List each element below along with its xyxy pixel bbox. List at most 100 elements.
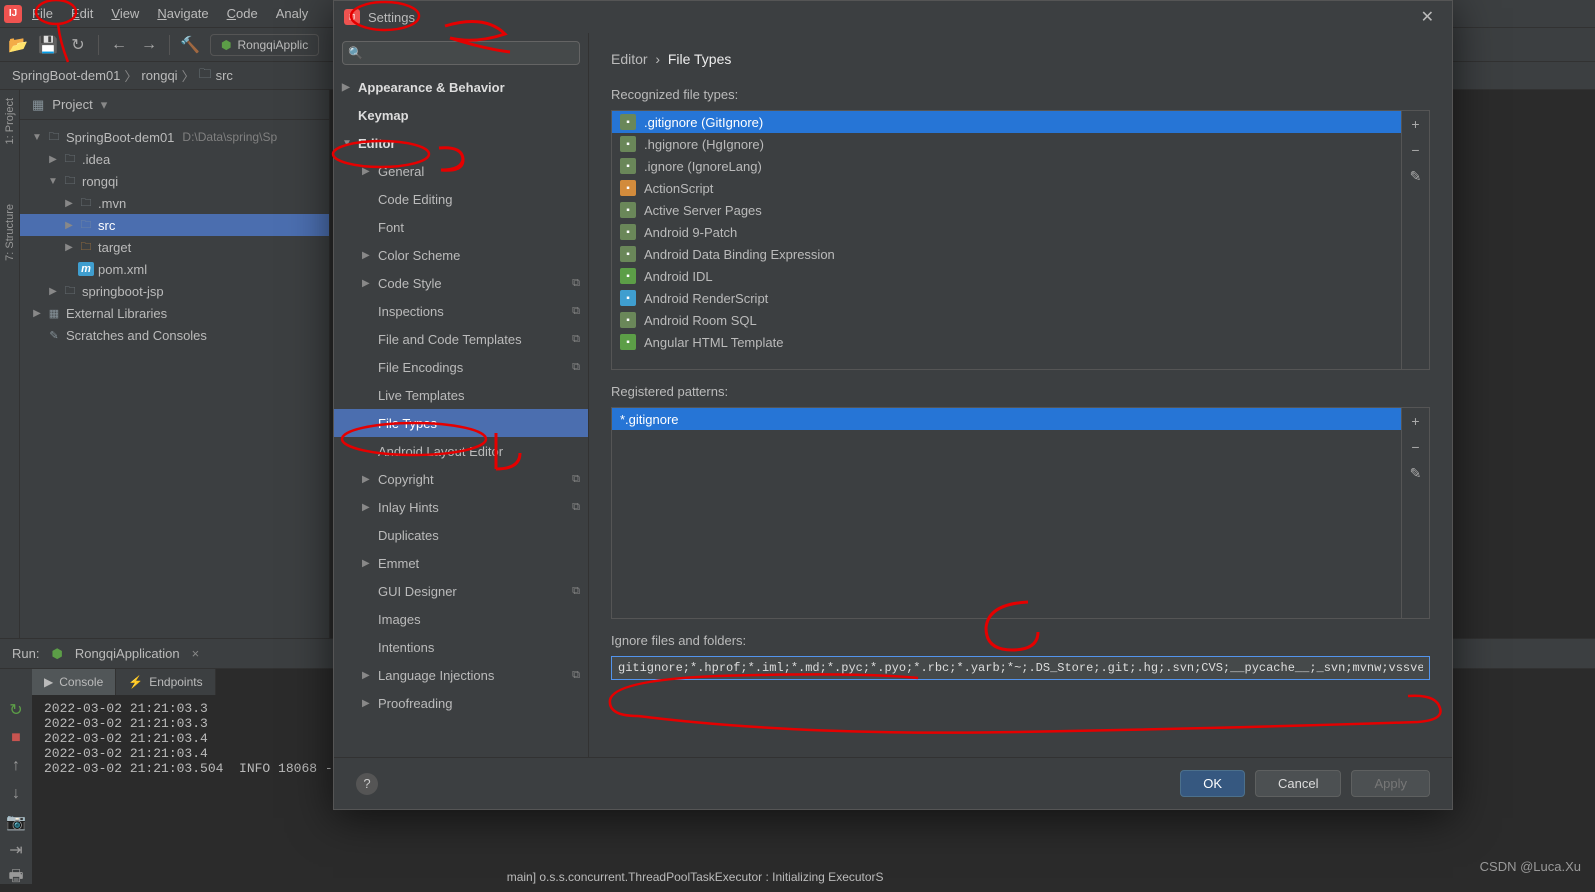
file-type-row[interactable]: ▪Android IDL	[612, 265, 1401, 287]
file-type-row[interactable]: ▪.gitignore (GitIgnore)	[612, 111, 1401, 133]
close-button[interactable]: ✕	[1413, 3, 1442, 31]
settings-category[interactable]: Font	[334, 213, 588, 241]
settings-category-tree[interactable]: ▶Appearance & BehaviorKeymap▼Editor▶Gene…	[334, 73, 588, 757]
sidebar-tab-structure[interactable]: 7: Structure	[4, 204, 16, 261]
tree-row[interactable]: ▶🗀target	[20, 236, 329, 258]
camera-icon[interactable]: 📷	[7, 813, 25, 831]
open-icon[interactable]: 📂	[8, 35, 28, 55]
category-label: File and Code Templates	[378, 332, 522, 347]
file-type-row[interactable]: ▪Active Server Pages	[612, 199, 1401, 221]
settings-category[interactable]: ▶Appearance & Behavior	[334, 73, 588, 101]
up-icon[interactable]: ↑	[7, 757, 25, 775]
tree-row[interactable]: ✎Scratches and Consoles	[20, 324, 329, 346]
pattern-list[interactable]: *.gitignore	[612, 408, 1401, 618]
tree-row[interactable]: ▶🗀.mvn	[20, 192, 329, 214]
remove-icon[interactable]: −	[1407, 438, 1425, 456]
back-icon[interactable]: ←	[109, 35, 129, 55]
close-icon[interactable]: ×	[192, 646, 200, 661]
ok-button[interactable]: OK	[1180, 770, 1245, 797]
stop-icon[interactable]: ■	[7, 729, 25, 747]
cancel-button[interactable]: Cancel	[1255, 770, 1341, 797]
filetype-icon: ▪	[620, 136, 636, 152]
settings-category[interactable]: ▶General	[334, 157, 588, 185]
pattern-row[interactable]: *.gitignore	[612, 408, 1401, 430]
tree-row[interactable]: ▶▦External Libraries	[20, 302, 329, 324]
tree-path: D:\Data\spring\Sp	[182, 130, 277, 144]
file-type-row[interactable]: ▪Android Room SQL	[612, 309, 1401, 331]
build-icon[interactable]: 🔨	[180, 35, 200, 55]
sidebar-tab-project[interactable]: 1: Project	[4, 98, 16, 144]
settings-category[interactable]: File and Code Templates⧉	[334, 325, 588, 353]
help-button[interactable]: ?	[356, 773, 378, 795]
export-icon[interactable]: ⇥	[7, 841, 25, 859]
file-type-row[interactable]: ▪Angular HTML Template	[612, 331, 1401, 353]
settings-category[interactable]: ▼Editor	[334, 129, 588, 157]
settings-category[interactable]: ▶Copyright⧉	[334, 465, 588, 493]
settings-category[interactable]: Images	[334, 605, 588, 633]
file-type-row[interactable]: ▪Android Data Binding Expression	[612, 243, 1401, 265]
dropdown-icon[interactable]: ▾	[101, 97, 108, 113]
file-type-row[interactable]: ▪Android 9-Patch	[612, 221, 1401, 243]
settings-search-input[interactable]	[342, 41, 580, 65]
edit-icon[interactable]: ✎	[1407, 167, 1425, 185]
ignore-files-input[interactable]	[611, 656, 1430, 680]
run-config-selector[interactable]: ⬢ RongqiApplic	[210, 34, 319, 56]
add-icon[interactable]: +	[1407, 115, 1425, 133]
file-type-row[interactable]: ▪ActionScript	[612, 177, 1401, 199]
menu-code[interactable]: Code	[219, 3, 266, 24]
menu-edit[interactable]: Edit	[63, 3, 101, 24]
down-icon[interactable]: ↓	[7, 785, 25, 803]
tree-row[interactable]: ▶🗀springboot-jsp	[20, 280, 329, 302]
print-icon[interactable]: 🖶	[7, 869, 25, 887]
remove-icon[interactable]: −	[1407, 141, 1425, 159]
settings-category[interactable]: File Encodings⧉	[334, 353, 588, 381]
rerun-icon[interactable]: ↻	[7, 701, 25, 719]
menu-view[interactable]: View	[103, 3, 147, 24]
file-type-list[interactable]: ▪.gitignore (GitIgnore)▪.hgignore (HgIgn…	[612, 111, 1401, 369]
tree-row[interactable]: ▶🗀src	[20, 214, 329, 236]
settings-category[interactable]: ▶Inlay Hints⧉	[334, 493, 588, 521]
apply-button[interactable]: Apply	[1351, 770, 1430, 797]
settings-category[interactable]: File Types	[334, 409, 588, 437]
settings-category[interactable]: Android Layout Editor	[334, 437, 588, 465]
tab-console[interactable]: ▶ Console	[32, 669, 116, 695]
tree-row[interactable]: ▼🗀rongqi	[20, 170, 329, 192]
settings-category[interactable]: Keymap	[334, 101, 588, 129]
breadcrumb-item[interactable]: src	[216, 68, 233, 83]
tree-row[interactable]: mpom.xml	[20, 258, 329, 280]
file-type-row[interactable]: ▪Android RenderScript	[612, 287, 1401, 309]
menu-file[interactable]: File	[24, 3, 61, 24]
settings-category[interactable]: Code Editing	[334, 185, 588, 213]
settings-category[interactable]: ▶Emmet	[334, 549, 588, 577]
menu-navigate[interactable]: Navigate	[149, 3, 216, 24]
folder-icon: 🗀	[62, 174, 78, 188]
sync-icon[interactable]: ↻	[68, 35, 88, 55]
menu-analyze[interactable]: Analy	[268, 3, 317, 24]
tree-row[interactable]: ▶🗀.idea	[20, 148, 329, 170]
save-icon[interactable]: 💾	[38, 35, 58, 55]
settings-category[interactable]: Live Templates	[334, 381, 588, 409]
forward-icon[interactable]: →	[139, 35, 159, 55]
folder-orange-icon: 🗀	[78, 240, 94, 254]
breadcrumb-item[interactable]: SpringBoot-dem01	[12, 68, 120, 83]
settings-category[interactable]: ▶Code Style⧉	[334, 269, 588, 297]
separator	[169, 35, 170, 55]
folder-icon: 🗀	[78, 196, 94, 210]
settings-category[interactable]: Inspections⧉	[334, 297, 588, 325]
tab-endpoints[interactable]: ⚡ Endpoints	[116, 669, 215, 695]
settings-category[interactable]: Intentions	[334, 633, 588, 661]
settings-category[interactable]: ▶Color Scheme	[334, 241, 588, 269]
edit-icon[interactable]: ✎	[1407, 464, 1425, 482]
breadcrumb-item[interactable]: rongqi	[141, 68, 177, 83]
settings-category[interactable]: GUI Designer⧉	[334, 577, 588, 605]
tree-row[interactable]: ▼🗀SpringBoot-dem01D:\Data\spring\Sp	[20, 126, 329, 148]
category-label: Emmet	[378, 556, 419, 571]
add-icon[interactable]: +	[1407, 412, 1425, 430]
settings-category[interactable]: ▶Language Injections⧉	[334, 661, 588, 689]
settings-category[interactable]: ▶Proofreading	[334, 689, 588, 717]
file-type-row[interactable]: ▪.hgignore (HgIgnore)	[612, 133, 1401, 155]
tree-label: .mvn	[98, 196, 126, 211]
tree-label: target	[98, 240, 131, 255]
file-type-row[interactable]: ▪.ignore (IgnoreLang)	[612, 155, 1401, 177]
settings-category[interactable]: Duplicates	[334, 521, 588, 549]
